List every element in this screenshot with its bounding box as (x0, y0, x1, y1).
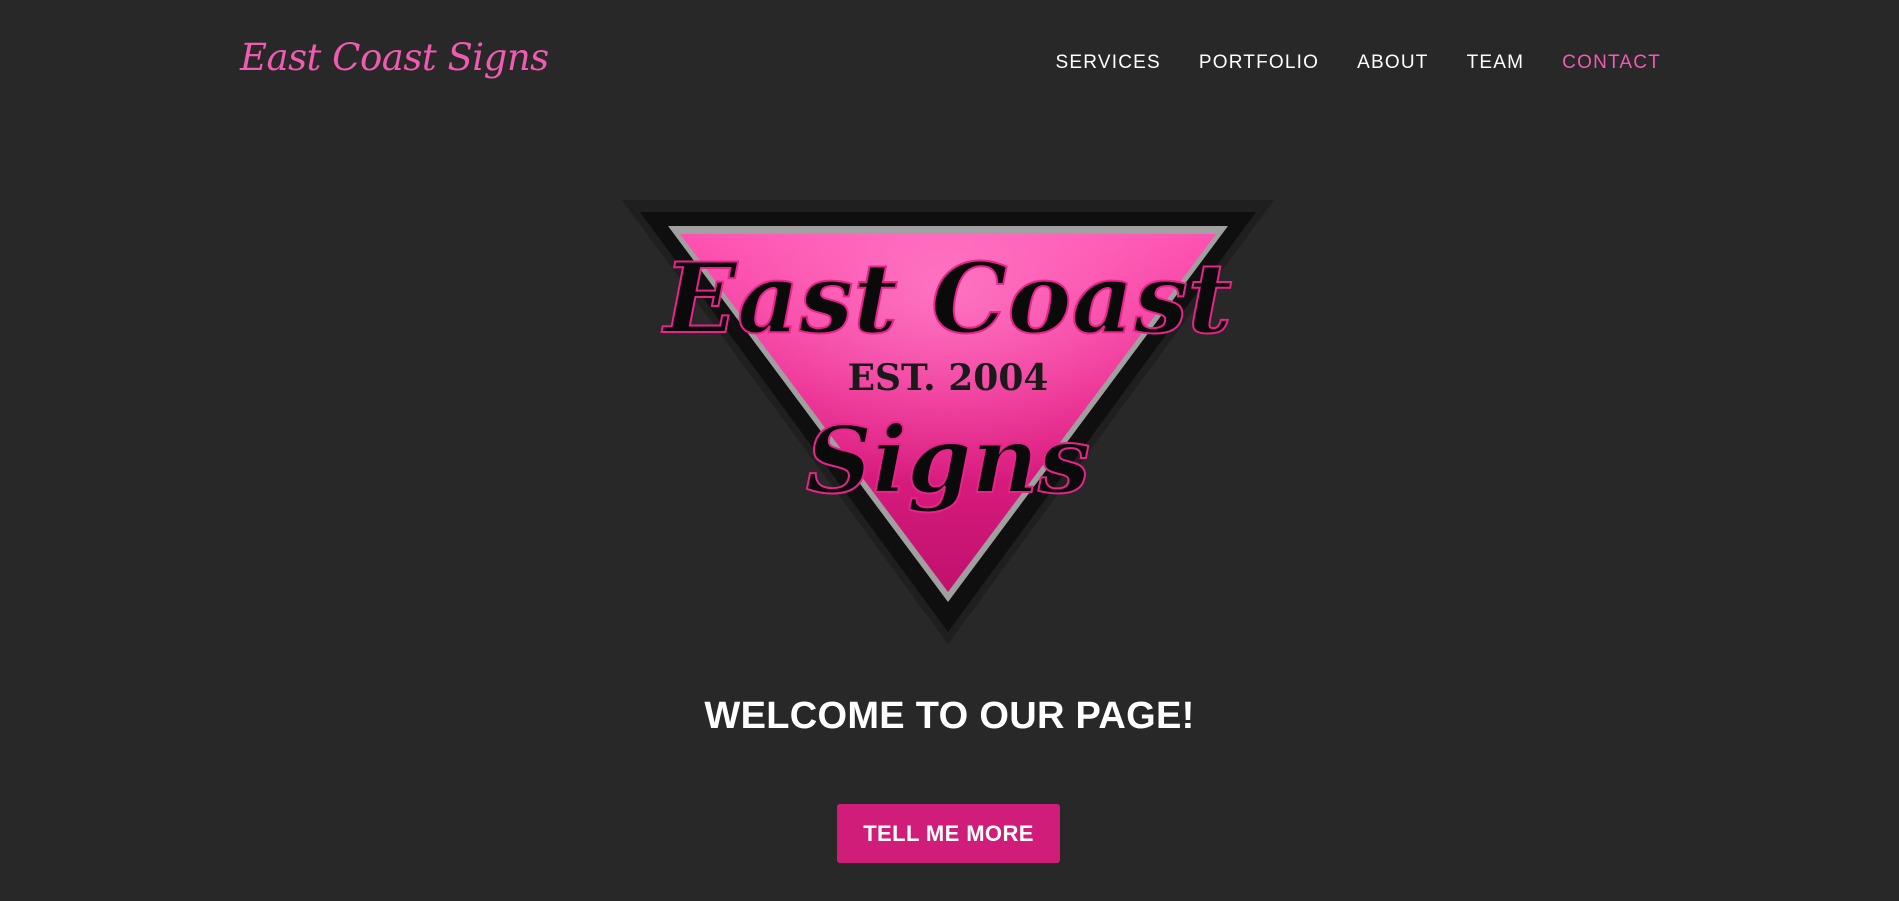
brand-logo-link[interactable]: East Coast Signs (240, 36, 549, 79)
east-coast-signs-logo: East Coast EST. 2004 Signs (622, 200, 1274, 644)
nav-link-services[interactable]: SERVICES (1056, 52, 1161, 73)
hero-logo: East Coast EST. 2004 Signs (618, 192, 1278, 652)
nav-item-contact: CONTACT (1562, 52, 1661, 74)
nav-link-portfolio[interactable]: PORTFOLIO (1199, 52, 1319, 73)
nav-item-services: SERVICES (1056, 52, 1161, 74)
nav-link-team[interactable]: TEAM (1467, 52, 1525, 73)
nav-item-portfolio: PORTFOLIO (1199, 52, 1319, 74)
nav-item-team: TEAM (1467, 52, 1525, 74)
tell-me-more-button[interactable]: TELL ME MORE (837, 804, 1060, 863)
nav-menu: SERVICES PORTFOLIO ABOUT TEAM CONTACT (1056, 52, 1661, 74)
logo-line-1: East Coast (661, 242, 1232, 355)
welcome-heading: WELCOME TO OUR PAGE! (704, 695, 1195, 737)
logo-line-3: Signs (806, 406, 1090, 514)
nav-link-about[interactable]: ABOUT (1357, 52, 1428, 73)
nav-item-about: ABOUT (1357, 52, 1428, 74)
logo-line-2: EST. 2004 (848, 357, 1049, 399)
top-navbar: East Coast Signs SERVICES PORTFOLIO ABOU… (0, 0, 1899, 126)
nav-link-contact[interactable]: CONTACT (1562, 52, 1661, 73)
